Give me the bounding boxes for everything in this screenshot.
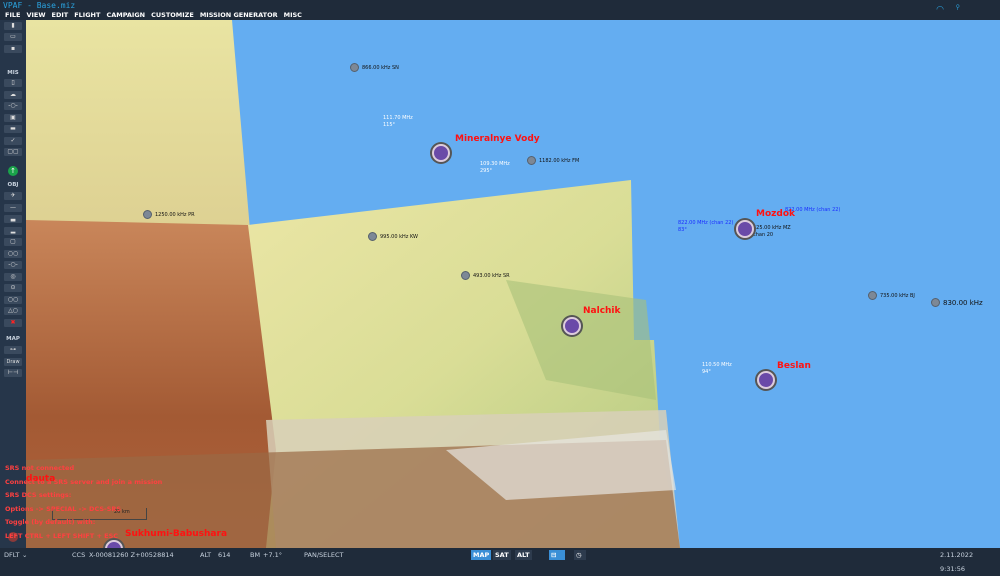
waypoint-button[interactable]: -○- [4, 261, 22, 269]
terrain-tiles [26, 20, 680, 548]
delete-button[interactable]: ✖ [4, 319, 22, 327]
menu-campaign[interactable]: CAMPAIGN [106, 10, 145, 20]
beacon-icon [350, 63, 359, 72]
ndb-freq: 525.00 kHz MZ [753, 225, 791, 231]
srs-line: SRS DCS settings: [5, 491, 72, 499]
chevron-down-icon[interactable]: ⌄ [22, 548, 27, 562]
srs-line: Toggle (by default) with: [5, 518, 96, 526]
zone-button[interactable]: ⊙ [4, 284, 22, 292]
ils-heading: 115° [383, 122, 396, 128]
alt-value: 614 [218, 551, 231, 559]
ils-freq: 111.70 MHz [383, 115, 413, 121]
tacan-freq: 822.00 MHz (chan 22) [678, 220, 734, 226]
shapes-button[interactable]: △○ [4, 307, 22, 315]
sat-mode-button[interactable]: SAT [493, 550, 511, 560]
alt-mode-button[interactable]: ALT [515, 550, 532, 560]
airfield-label[interactable]: Nalchik [583, 306, 621, 316]
beacon-icon [868, 291, 877, 300]
srs-line: SRS not connected [5, 464, 75, 472]
obj-section-label: OBJ [7, 182, 19, 188]
airfield-label[interactable]: Mozdok [756, 209, 795, 219]
briefing-button[interactable]: ▯ [4, 79, 22, 87]
alt-label: ALT [200, 551, 212, 559]
beacon-icon [931, 298, 940, 307]
map-canvas[interactable]: 866.00 kHz SN 1182.00 kHz FM 1250.00 kHz… [26, 20, 1000, 548]
menu-misc[interactable]: MISC [284, 10, 302, 20]
menu-bar: FILE VIEW EDIT FLIGHT CAMPAIGN CUSTOMIZE… [0, 10, 1000, 20]
add-unit-icon[interactable]: ↑ [8, 166, 18, 176]
srs-line: LEFT CTRL + LEFT SHIFT + ESC [5, 531, 119, 540]
vehicle-button[interactable]: ▂ [4, 227, 22, 235]
airfield-icon[interactable] [736, 220, 754, 238]
airfield-icon[interactable] [563, 317, 581, 335]
mis-section-label: MIS [7, 70, 19, 76]
group-button[interactable]: ○○ [4, 250, 22, 258]
srs-line: Options -> SPECIAL -> DCS-SRS [5, 504, 122, 513]
beacon[interactable]: 493.00 kHz SR [461, 271, 510, 280]
helicopter-button[interactable]: — [4, 204, 22, 212]
tacan-heading: 83° [678, 227, 687, 233]
beacon-icon [368, 232, 377, 241]
check-button[interactable]: ✓ [4, 137, 22, 145]
beacon-icon [527, 156, 536, 165]
route-button[interactable]: -○- [4, 102, 22, 110]
beacon-icon [143, 210, 152, 219]
target-button[interactable]: ◎ [4, 273, 22, 281]
clock-icon[interactable]: ◷ [574, 550, 586, 560]
ils-freq: 109.30 MHz [480, 161, 510, 167]
draw-button[interactable]: Draw [4, 358, 22, 366]
beacon[interactable]: 1182.00 kHz FM [527, 156, 579, 165]
beacon-icon [461, 271, 470, 280]
datetime: 2.11.2022 9:31:56 [940, 551, 974, 573]
ruler-button[interactable]: ⊶ [4, 346, 22, 354]
beacon[interactable]: 1250.00 kHz PR [143, 210, 195, 219]
save-file-button[interactable]: ▪ [4, 45, 22, 53]
measure-button[interactable]: ⊢⊣ [4, 369, 22, 377]
map-mode-button[interactable]: MAP [471, 550, 492, 560]
ship-button[interactable]: ▃ [4, 215, 22, 223]
airfield-icon[interactable] [757, 371, 775, 389]
layers-icon[interactable]: ⊟ [549, 550, 565, 560]
plane-button[interactable]: ✈ [4, 192, 22, 200]
menu-edit[interactable]: EDIT [52, 10, 69, 20]
ils-freq: 110.50 MHz [702, 362, 732, 368]
menu-mission-generator[interactable]: MISSION GENERATOR [200, 10, 278, 20]
trigger-zone-button[interactable]: ▣ [4, 114, 22, 122]
airfield-label[interactable]: Beslan [777, 361, 811, 371]
menu-customize[interactable]: CUSTOMIZE [151, 10, 194, 20]
beacon[interactable]: 735.00 kHz BJ [868, 291, 915, 300]
weather-button[interactable]: ☁ [4, 91, 22, 99]
menu-file[interactable]: FILE [5, 10, 20, 20]
beacon[interactable]: 866.00 kHz SN [350, 63, 399, 72]
profile-select[interactable]: DFLT [4, 548, 19, 562]
mag-variation: +7.1° [263, 551, 283, 559]
airfield-icon[interactable] [432, 144, 450, 162]
tacan-channel: chan 20 [753, 232, 774, 238]
new-file-button[interactable]: ▮ [4, 22, 22, 30]
srs-status-overlay: SRS not connected Connect to a SRS serve… [5, 462, 162, 543]
templates-button[interactable]: ▢▢ [4, 148, 22, 156]
srs-line: Connect to a SRS server and join a missi… [5, 477, 163, 486]
static-button[interactable]: ▢ [4, 238, 22, 246]
coord-system[interactable]: CCS [72, 548, 85, 562]
beacon[interactable]: 995.00 kHz KW [368, 232, 418, 241]
map-section-label: MAP [6, 336, 20, 342]
airfield-label[interactable]: Mineralnye Vody [455, 134, 540, 144]
menu-view[interactable]: VIEW [26, 10, 45, 20]
triggers-button[interactable]: ▬ [4, 125, 22, 133]
mode-label: PAN/SELECT [304, 551, 344, 559]
beacon[interactable]: 830.00 kHz [931, 298, 983, 307]
menu-flight[interactable]: FLIGHT [74, 10, 100, 20]
status-bar: DFLT ⌄ CCS X-00081260 Z+00528814 ALT 614… [0, 548, 1000, 573]
ils-heading: 295° [480, 168, 493, 174]
ils-heading: 94° [702, 369, 711, 375]
formation-button[interactable]: ○○ [4, 296, 22, 304]
open-file-button[interactable]: ▭ [4, 33, 22, 41]
mag-label: BM [250, 551, 261, 559]
cursor-coords: X-00081260 Z+00528814 [89, 551, 174, 559]
